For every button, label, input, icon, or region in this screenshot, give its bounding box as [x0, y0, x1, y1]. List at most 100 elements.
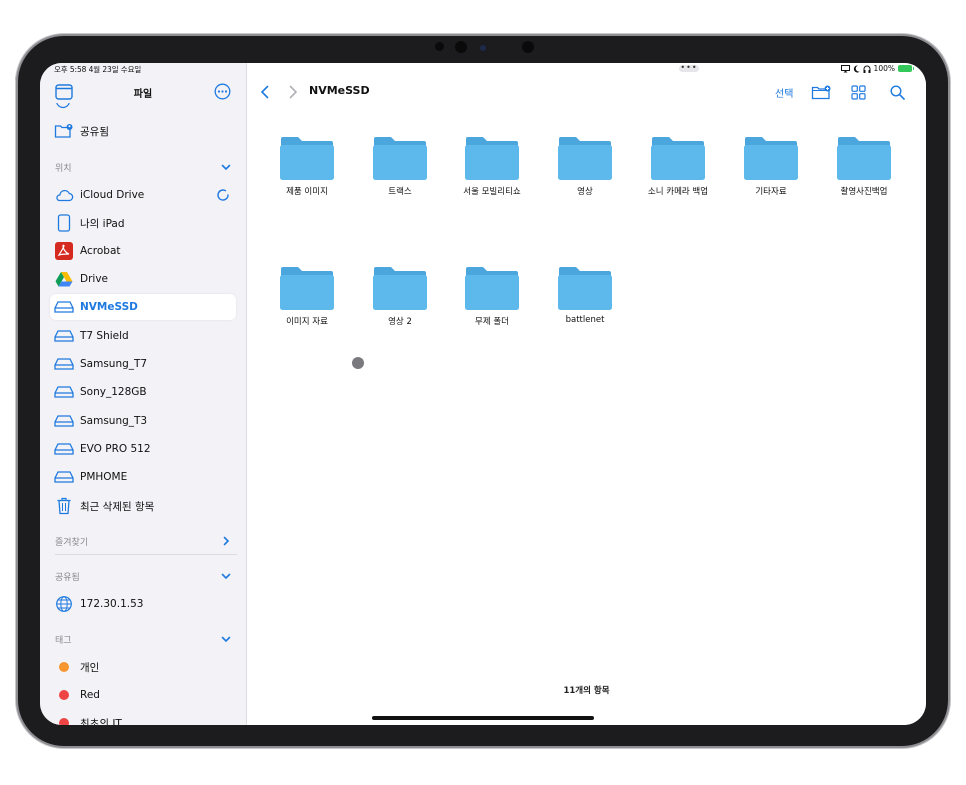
folder-name: 트랙스	[388, 187, 412, 197]
folder-name: 제품 이미지	[286, 187, 328, 197]
sidebar-item-label: T7 Shield	[80, 330, 129, 342]
sidebar-item-label: 최근 삭제된 항목	[80, 500, 155, 513]
status-time: 오후 5:58 4월 23일 수요일	[54, 65, 142, 74]
folder-item[interactable]: 서울 모빌리티쇼	[446, 136, 538, 197]
sidebar-item-sony-128gb[interactable]: Sony_128GB	[50, 379, 236, 405]
sidebar-item-shared[interactable]: 공유됨	[50, 118, 236, 144]
folder-item[interactable]: 기타자료	[725, 136, 817, 197]
folder-icon	[280, 267, 334, 310]
sidebar-item-samsung-t7[interactable]: Samsung_T7	[50, 351, 236, 377]
sidebar-item-label: iCloud Drive	[80, 189, 145, 201]
sidebar-item-nvmessd[interactable]: NVMeSSD	[50, 294, 236, 320]
folder-icon	[373, 137, 427, 180]
sidebar-item-label: 172.30.1.53	[80, 598, 144, 610]
forward-button[interactable]	[285, 81, 301, 103]
folder-item[interactable]: 영상 2	[354, 266, 446, 327]
sidebar-header: 파일	[40, 81, 246, 105]
sidebar-item-recently-deleted[interactable]: 최근 삭제된 항목	[50, 493, 236, 519]
new-folder-button[interactable]	[810, 81, 832, 103]
sidebar-item-server[interactable]: 172.30.1.53	[50, 591, 236, 617]
cursor-pointer	[352, 357, 364, 369]
sidebar-item-label: Samsung_T3	[80, 415, 148, 427]
sidebar-tag-first-it[interactable]: 최초의 IT	[50, 710, 236, 725]
back-button[interactable]	[257, 81, 273, 103]
ipad-screen: 오후 5:58 4월 23일 수요일 파일 공유됨 위치 iCloud Driv…	[40, 63, 926, 725]
sidebar-item-label: Sony_128GB	[80, 386, 147, 398]
section-header-tags: 태그	[55, 636, 72, 646]
drive-icon	[54, 297, 74, 317]
folder-item[interactable]: 촬영사진백업	[818, 136, 910, 197]
folder-name: 기타자료	[755, 187, 787, 197]
sidebar-item-samsung-t3[interactable]: Samsung_T3	[50, 408, 236, 434]
sidebar-item-label: Drive	[80, 273, 108, 285]
chevron-down-icon[interactable]	[220, 633, 232, 645]
tag-dot-icon	[54, 657, 74, 677]
battery-percent: 100%	[873, 64, 895, 73]
sidebar-item-evo-pro-512[interactable]: EVO PRO 512	[50, 436, 236, 462]
sidebar-item-t7-shield[interactable]: T7 Shield	[50, 323, 236, 349]
sidebar-item-label: PMHOME	[80, 471, 128, 483]
sidebar-tag-red[interactable]: Red	[50, 682, 236, 708]
sidebar-item-acrobat[interactable]: Acrobat	[50, 238, 236, 264]
sidebar-item-label: 나의 iPad	[80, 217, 125, 230]
chevron-down-icon[interactable]	[220, 161, 232, 173]
folder-icon	[651, 137, 705, 180]
scrolled-item-icon	[55, 103, 71, 109]
folder-icon	[373, 267, 427, 310]
folder-item[interactable]: 소니 카메라 백업	[632, 136, 724, 197]
folder-icon	[558, 267, 612, 310]
screen-mirroring-icon	[840, 64, 850, 72]
folder-name: 촬영사진백업	[840, 187, 888, 197]
folder-item[interactable]: 무제 폴더	[446, 266, 538, 327]
sync-spinner-icon	[217, 189, 229, 201]
folder-icon	[744, 137, 798, 180]
drive-icon	[54, 411, 74, 431]
new-folder-icon	[811, 85, 831, 99]
ipad-icon	[54, 213, 74, 233]
sidebar-item-label: Red	[80, 689, 100, 701]
folder-item[interactable]: 제품 이미지	[261, 136, 353, 197]
moon-icon	[853, 64, 860, 72]
grid-view-icon	[850, 84, 866, 100]
item-count: 11개의 항목	[563, 686, 610, 696]
sidebar-item-label: 최초의 IT	[80, 717, 122, 726]
folder-item[interactable]: 이미지 자료	[261, 266, 353, 327]
section-divider	[55, 554, 237, 555]
select-button[interactable]: 선택	[775, 81, 793, 103]
shared-folder-icon	[54, 121, 74, 141]
chevron-right-icon	[289, 85, 298, 99]
folder-item[interactable]: 영상	[539, 136, 631, 197]
folder-name: 이미지 자료	[286, 317, 328, 327]
tag-color-dot	[59, 662, 69, 672]
sidebar-item-pmhome[interactable]: PMHOME	[50, 464, 236, 490]
sidebar-item-my-ipad[interactable]: 나의 iPad	[50, 210, 236, 236]
chevron-right-icon[interactable]	[220, 535, 232, 547]
folder-item[interactable]: battlenet	[539, 266, 631, 325]
chevron-down-icon[interactable]	[220, 570, 232, 582]
home-indicator[interactable]	[372, 716, 594, 720]
folder-name: 영상	[577, 187, 593, 197]
icloud-icon	[54, 185, 74, 205]
folder-name: battlenet	[565, 315, 605, 325]
section-header-shared: 공유됨	[55, 573, 80, 583]
multitask-indicator[interactable]: •••	[679, 64, 699, 72]
more-options-icon[interactable]	[214, 83, 231, 104]
sidebar-item-label: 공유됨	[80, 125, 109, 138]
search-button[interactable]	[888, 81, 906, 103]
sidebar-tag-personal[interactable]: 개인	[50, 654, 236, 680]
folder-icon	[837, 137, 891, 180]
drive-icon	[54, 467, 74, 487]
sidebar-item-drive[interactable]: Drive	[50, 266, 236, 292]
drive-icon	[54, 382, 74, 402]
sidebar: 오후 5:58 4월 23일 수요일 파일 공유됨 위치 iCloud Driv…	[40, 63, 247, 725]
camera-dot	[480, 45, 486, 51]
folder-name: 서울 모빌리티쇼	[463, 187, 521, 197]
folder-item[interactable]: 트랙스	[354, 136, 446, 197]
sidebar-item-icloud-drive[interactable]: iCloud Drive	[50, 182, 236, 208]
folder-icon	[558, 137, 612, 180]
folder-name: 무제 폴더	[475, 317, 509, 327]
drive-icon	[54, 439, 74, 459]
sidebar-item-label: Acrobat	[80, 245, 121, 257]
folder-title: NVMeSSD	[309, 84, 370, 97]
view-toggle-button[interactable]	[849, 81, 867, 103]
